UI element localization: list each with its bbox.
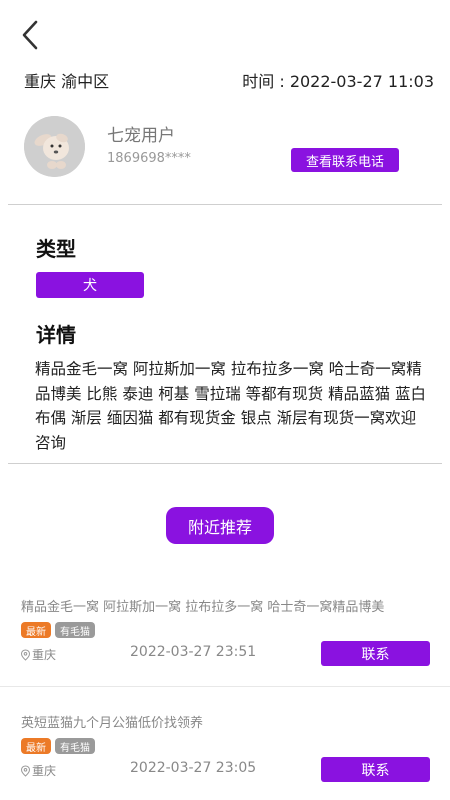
back-button[interactable] — [18, 18, 46, 52]
avatar — [24, 116, 85, 177]
contact-button[interactable]: 联系 — [321, 641, 430, 666]
listing-tags: 最新 有毛猫 — [21, 738, 95, 754]
location-text: 重庆 渝中区 — [24, 72, 110, 91]
user-phone: 1869698**** — [107, 151, 191, 166]
divider — [8, 204, 442, 205]
listing-location: 重庆 — [20, 646, 56, 663]
listing-title: 英短蓝猫九个月公猫低价找领养 — [21, 716, 204, 731]
type-badge: 犬 — [36, 272, 144, 298]
list-item[interactable]: 英短蓝猫九个月公猫低价找领养 最新 有毛猫 重庆 2022-03-27 23:0… — [0, 712, 450, 800]
nearby-recommend-button[interactable]: 附近推荐 — [166, 507, 274, 544]
divider — [0, 686, 450, 687]
dog-avatar-icon — [24, 116, 85, 177]
type-heading: 类型 — [36, 237, 76, 261]
user-name: 七宠用户 — [107, 126, 175, 146]
post-time: 时间 : 2022-03-27 11:03 — [242, 72, 434, 91]
detail-text: 精品金毛一窝 阿拉斯加一窝 拉布拉多一窝 哈士奇一窝精品博美 比熊 泰迪 柯基 … — [35, 360, 426, 452]
tag-category: 有毛猫 — [55, 622, 95, 638]
tag-category: 有毛猫 — [55, 738, 95, 754]
tag-new: 最新 — [21, 622, 51, 638]
divider — [8, 463, 442, 464]
detail-heading: 详情 — [36, 323, 76, 347]
listing-location-text: 重庆 — [32, 764, 57, 778]
location-pin-icon — [20, 764, 31, 777]
listing-location-text: 重庆 — [32, 648, 57, 662]
list-item[interactable]: 精品金毛一窝 阿拉斯加一窝 拉布拉多一窝 哈士奇一窝精品博美 最新 有毛猫 重庆… — [0, 596, 450, 708]
location-pin-icon — [20, 648, 31, 661]
listing-tags: 最新 有毛猫 — [21, 622, 95, 638]
listing-date: 2022-03-27 23:51 — [130, 644, 257, 660]
listing-date: 2022-03-27 23:05 — [130, 760, 257, 776]
listing-location: 重庆 — [20, 762, 56, 779]
listing-title: 精品金毛一窝 阿拉斯加一窝 拉布拉多一窝 哈士奇一窝精品博美 — [21, 600, 385, 615]
chevron-left-icon — [22, 20, 38, 50]
view-phone-button[interactable]: 查看联系电话 — [291, 148, 399, 172]
tag-new: 最新 — [21, 738, 51, 754]
contact-button[interactable]: 联系 — [321, 757, 430, 782]
